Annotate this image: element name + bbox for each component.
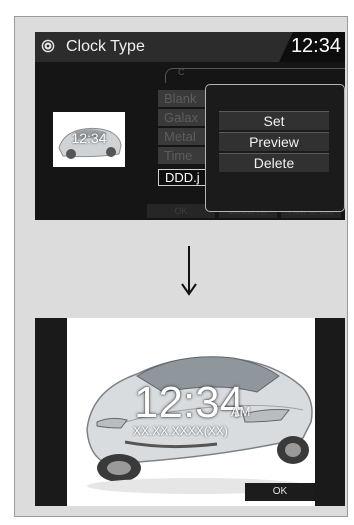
tab-bar: C — [165, 67, 345, 83]
thumbnail-time: 12:34 — [71, 130, 107, 146]
clock-preview-thumbnail: 12:34 — [53, 112, 125, 167]
preview-time: 12:34 — [134, 378, 245, 427]
clock-preview-screen: 12:34 AM XX.XX.XXXX(XX) OK — [35, 318, 345, 506]
list-item-metal[interactable]: Metal — [158, 128, 206, 145]
clock-time: 12:34 — [290, 35, 341, 57]
list-item-blank[interactable]: Blank — [158, 90, 206, 107]
preview-button[interactable]: Preview — [219, 132, 329, 151]
preview-date: XX.XX.XXXX(XX) — [133, 424, 228, 438]
clock-type-screen: Clock Type 12:34 C 12:34 Blank Galax Met… — [35, 32, 345, 220]
set-button[interactable]: Set — [219, 111, 329, 130]
ok-button[interactable]: OK — [245, 483, 315, 501]
list-item-time[interactable]: Time — [158, 147, 206, 164]
options-popup: Set Preview Delete — [205, 84, 345, 212]
arrow-down-icon — [181, 246, 197, 296]
tab-label[interactable]: C — [178, 67, 185, 77]
delete-button[interactable]: Delete — [219, 153, 329, 172]
clock-display: 12:34 — [279, 32, 345, 62]
page-title: Clock Type — [66, 38, 145, 55]
list-item-ddd[interactable]: DDD.j — [158, 169, 206, 186]
gear-icon — [44, 42, 52, 50]
preview-ampm: AM — [231, 404, 251, 419]
title-bar: Clock Type 12:34 — [35, 32, 345, 62]
list-item-galaxy[interactable]: Galax — [158, 109, 206, 126]
